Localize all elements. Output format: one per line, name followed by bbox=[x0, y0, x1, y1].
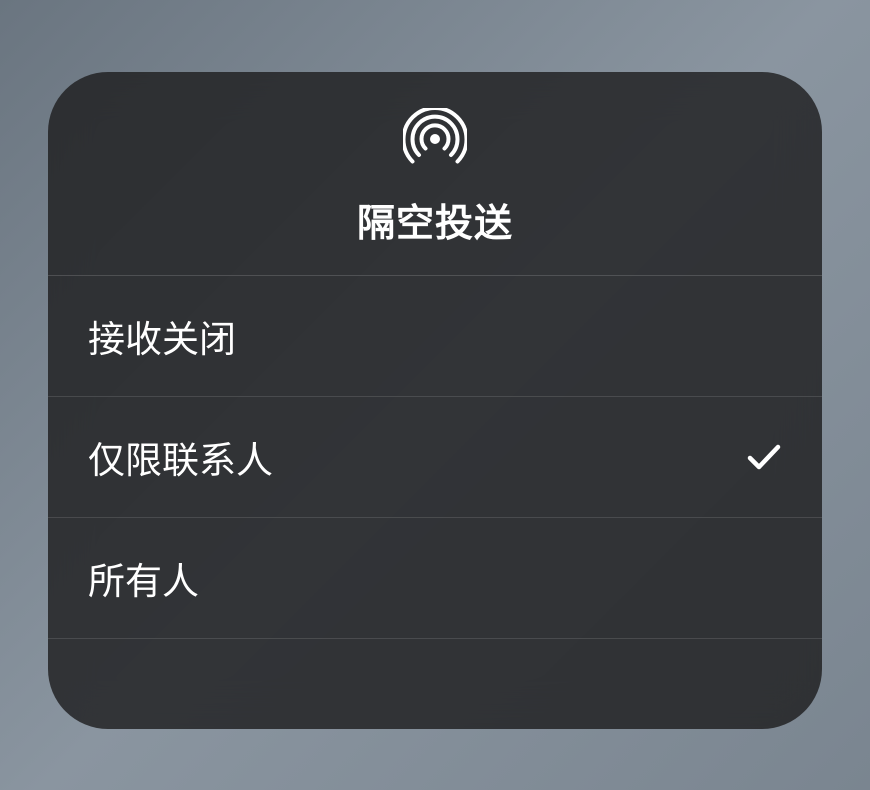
option-receiving-off[interactable]: 接收关闭 bbox=[48, 276, 822, 397]
option-list: 接收关闭 仅限联系人 所有人 bbox=[48, 276, 822, 639]
option-contacts-only[interactable]: 仅限联系人 bbox=[48, 397, 822, 518]
option-label: 仅限联系人 bbox=[88, 430, 273, 484]
panel-header: 隔空投送 bbox=[48, 72, 822, 276]
option-everyone[interactable]: 所有人 bbox=[48, 518, 822, 639]
panel-title: 隔空投送 bbox=[357, 192, 513, 247]
check-icon bbox=[746, 439, 782, 475]
check-icon bbox=[746, 560, 782, 596]
option-label: 接收关闭 bbox=[88, 309, 236, 363]
airdrop-settings-panel: 隔空投送 接收关闭 仅限联系人 所有人 bbox=[48, 72, 822, 729]
check-icon bbox=[746, 318, 782, 354]
airdrop-icon bbox=[403, 108, 467, 172]
option-label: 所有人 bbox=[88, 551, 199, 605]
